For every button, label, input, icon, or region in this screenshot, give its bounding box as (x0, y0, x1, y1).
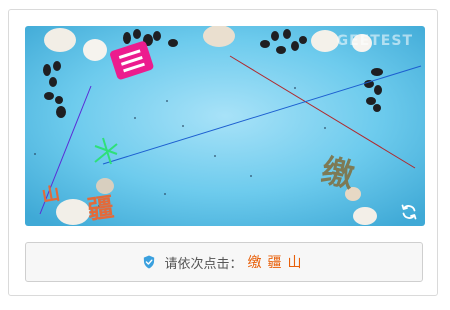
watermark-logo: GEETEST (337, 33, 413, 49)
shield-check-icon (143, 255, 155, 269)
captcha-scene[interactable]: 疆 缴 山 GEETEST (25, 26, 425, 226)
captcha-image[interactable]: 疆 缴 山 GEETEST (25, 26, 425, 226)
image-char-shan: 山 (40, 183, 61, 207)
instruction-prompt: 请依次点击： (164, 256, 243, 272)
target-characters: 缴 疆 山 (245, 252, 305, 272)
image-char-jiang: 疆 (86, 193, 116, 226)
captcha-widget: 疆 缴 山 GEETEST 请依次点击： 缴 疆 山 (8, 9, 438, 296)
target-char-3: 山 (287, 255, 302, 271)
refresh-button[interactable] (399, 202, 419, 222)
instruction-bar: 请依次点击： 缴 疆 山 (25, 242, 423, 282)
refresh-icon (401, 204, 417, 220)
target-char-1: 缴 (247, 255, 262, 271)
target-char-2: 疆 (267, 255, 282, 271)
